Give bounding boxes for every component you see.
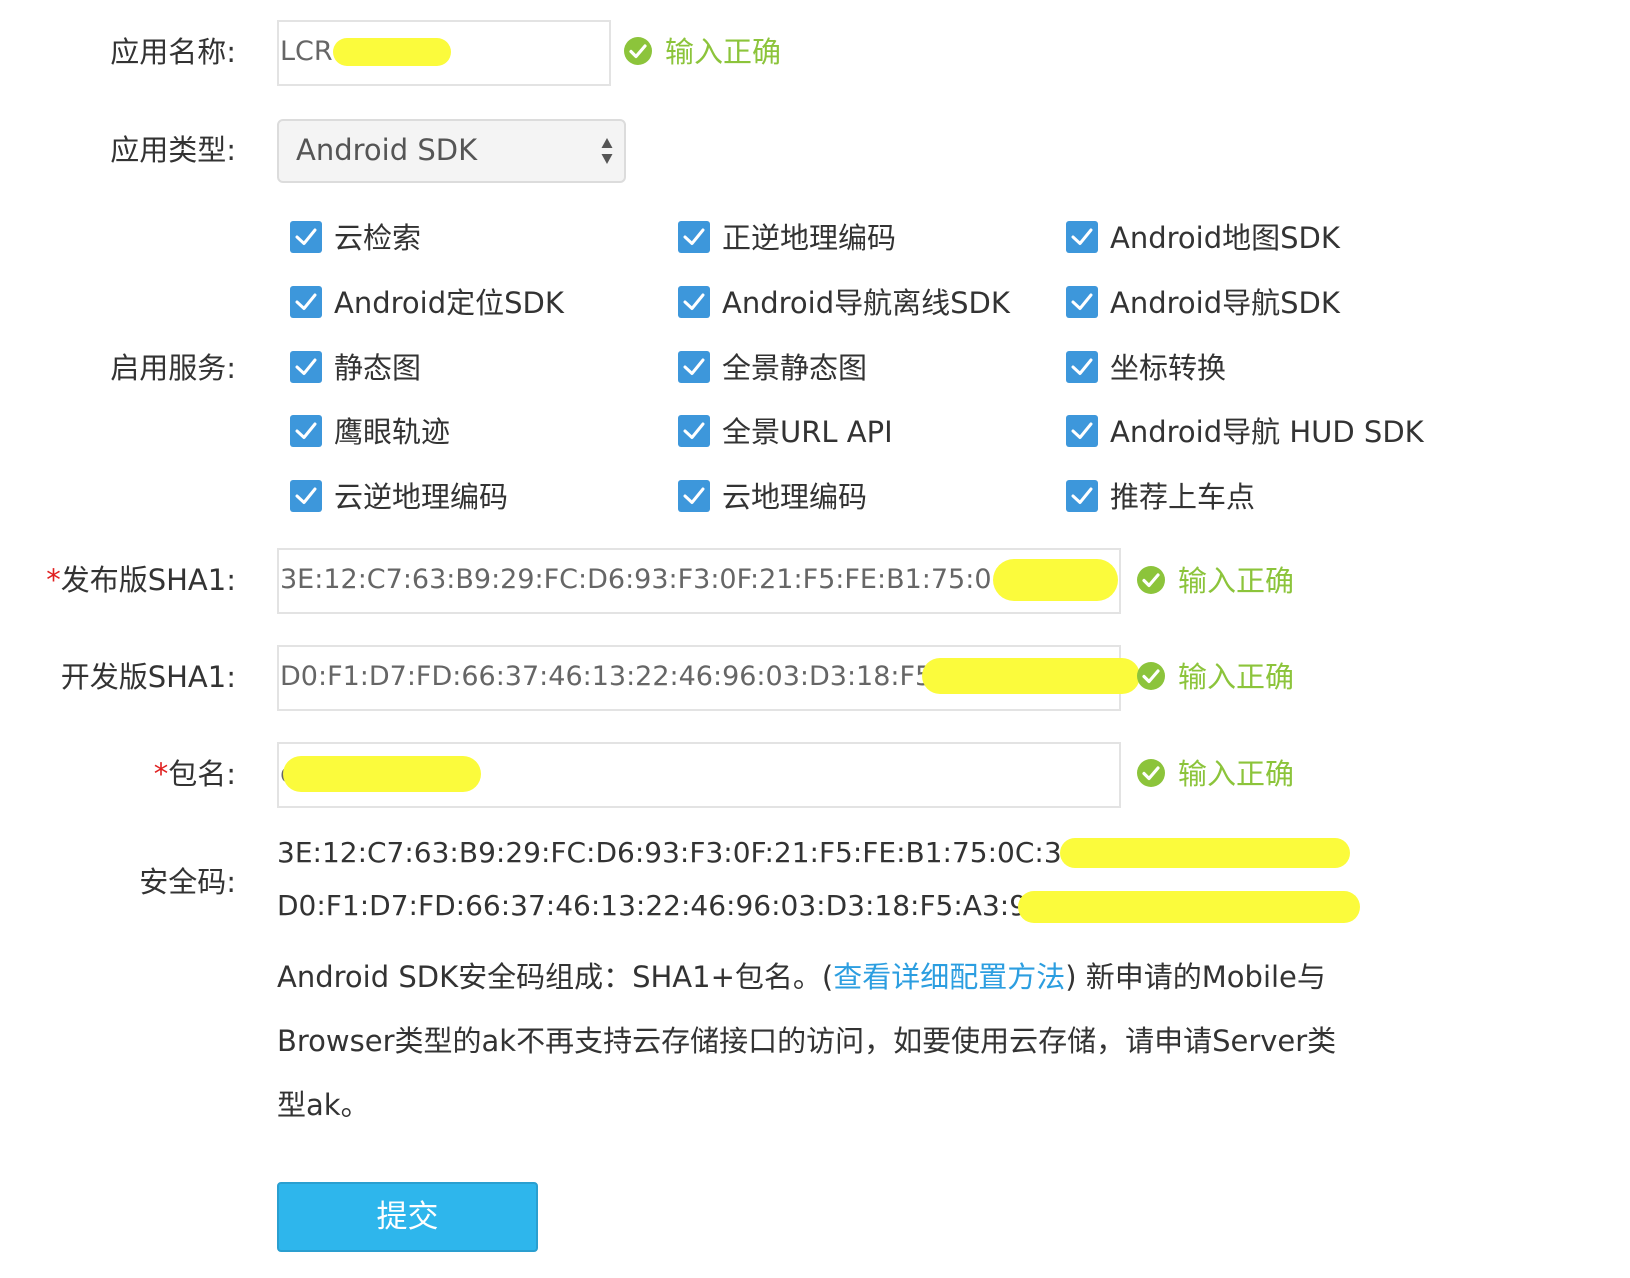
description-text: Android SDK安全码组成：SHA1+包名。( [277,960,834,994]
release-sha1-label-text: 发布版SHA1: [60,563,236,597]
service-label: 全景URL API [722,415,893,449]
checkbox-checked-icon [290,286,322,318]
service-label: Android导航 HUD SDK [1110,415,1424,449]
checkbox-checked-icon [1066,221,1098,253]
dev-sha1-label: 开发版SHA1: [60,660,236,694]
security-code-line: 3E:12:C7:63:B9:29:FC:D6:93:F3:0F:21:F5:F… [277,836,1089,869]
service-checkbox[interactable]: Android导航 HUD SDK [1066,412,1424,452]
service-checkbox[interactable]: 全景URL API [678,412,893,452]
app-name-value: LCR [280,36,333,67]
service-checkbox[interactable]: 正逆地理编码 [678,218,896,258]
service-label: 全景静态图 [722,351,868,385]
service-label: 推荐上车点 [1110,480,1256,514]
service-label: 静态图 [334,351,422,385]
service-label: 鹰眼轨迹 [334,415,451,449]
service-label: 云检索 [334,221,422,255]
required-mark: * [153,757,169,791]
redaction-mark [283,756,481,792]
dev-sha1-value: D0:F1:D7:FD:66:37:46:13:22:46:96:03:D3:1… [280,661,942,692]
redaction-mark [922,658,1140,694]
security-description: Android SDK安全码组成：SHA1+包名。(查看详细配置方法) 新申请的… [277,945,1347,1137]
package-valid: 输入正确 [1136,754,1294,794]
checkbox-checked-icon [290,351,322,383]
redaction-mark [993,559,1118,601]
checkbox-checked-icon [290,480,322,512]
release-sha1-value: 3E:12:C7:63:B9:29:FC:D6:93:F3:0F:21:F5:F… [280,564,992,595]
service-checkbox[interactable]: 云逆地理编码 [290,477,508,517]
checkbox-checked-icon [1066,351,1098,383]
valid-text: 输入正确 [1178,564,1295,598]
service-label: 云地理编码 [722,480,868,514]
service-checkbox[interactable]: Android地图SDK [1066,218,1340,258]
dev-sha1-valid: 输入正确 [1136,657,1294,697]
submit-button[interactable]: 提交 [277,1182,538,1252]
service-checkbox[interactable]: 云地理编码 [678,477,867,517]
check-circle-icon [1137,662,1165,690]
checkbox-checked-icon [678,221,710,253]
release-sha1-label: *发布版SHA1: [46,560,236,600]
release-sha1-valid: 输入正确 [1136,561,1294,601]
checkbox-checked-icon [678,480,710,512]
checkbox-checked-icon [1066,286,1098,318]
service-label: Android导航离线SDK [722,286,1010,320]
service-label: 云逆地理编码 [334,480,509,514]
package-label-text: 包名: [168,757,236,791]
service-label: Android地图SDK [1110,221,1340,255]
app-name-valid: 输入正确 [623,32,781,72]
service-checkbox[interactable]: 全景静态图 [678,348,867,388]
service-label: 正逆地理编码 [722,221,897,255]
valid-text: 输入正确 [1178,660,1295,694]
package-label: *包名: [154,754,236,794]
service-checkbox[interactable]: Android导航SDK [1066,283,1340,323]
app-type-value: Android SDK [296,133,478,167]
check-circle-icon [624,37,652,65]
check-circle-icon [1137,759,1165,787]
service-checkbox[interactable]: 鹰眼轨迹 [290,412,450,452]
checkbox-checked-icon [678,351,710,383]
valid-text: 输入正确 [665,35,782,69]
app-type-label: 应用类型: [110,133,236,167]
service-checkbox[interactable]: Android导航离线SDK [678,283,1010,323]
service-checkbox[interactable]: 坐标转换 [1066,348,1226,388]
valid-text: 输入正确 [1178,757,1295,791]
service-label: 坐标转换 [1110,351,1227,385]
required-mark: * [46,563,61,597]
security-code-line: D0:F1:D7:FD:66:37:46:13:22:46:96:03:D3:1… [277,889,1055,922]
redaction-mark [1018,891,1360,923]
redaction-mark [333,38,451,66]
checkbox-checked-icon [290,415,322,447]
service-checkbox[interactable]: 静态图 [290,348,421,388]
service-label: Android导航SDK [1110,286,1340,320]
checkbox-checked-icon [290,221,322,253]
service-checkbox[interactable]: 推荐上车点 [1066,477,1255,517]
service-label: Android定位SDK [334,286,564,320]
services-label: 启用服务: [110,351,236,385]
config-help-link[interactable]: 查看详细配置方法 [833,960,1065,994]
security-label: 安全码: [139,865,236,899]
checkbox-checked-icon [1066,415,1098,447]
check-circle-icon [1137,566,1165,594]
redaction-mark [1060,838,1350,868]
checkbox-checked-icon [678,415,710,447]
checkbox-checked-icon [1066,480,1098,512]
service-checkbox[interactable]: 云检索 [290,218,421,258]
select-arrows-icon [601,138,613,164]
app-type-select[interactable]: Android SDK [277,119,626,183]
service-checkbox[interactable]: Android定位SDK [290,283,564,323]
app-name-label: 应用名称: [110,35,236,69]
checkbox-checked-icon [678,286,710,318]
